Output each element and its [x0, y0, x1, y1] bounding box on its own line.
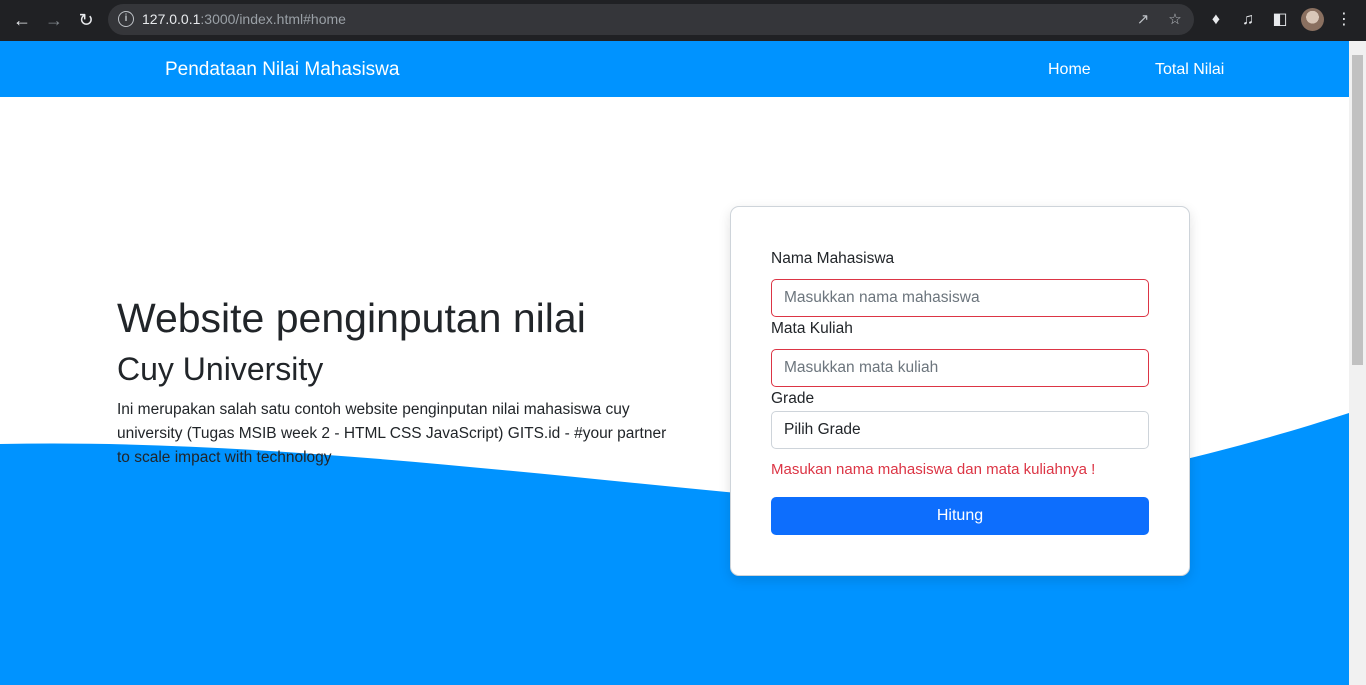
media-icon[interactable]: ♫	[1237, 9, 1259, 31]
url-text[interactable]: 127.0.0.1:3000/index.html#home	[142, 11, 346, 27]
error-message: Masukan nama mahasiswa dan mata kuliahny…	[771, 461, 1096, 478]
course-label: Mata Kuliah	[771, 320, 853, 337]
url-host: 127.0.0.1	[142, 11, 201, 27]
menu-icon[interactable]: ⋮	[1333, 9, 1355, 31]
extensions-icon[interactable]: ♦	[1205, 9, 1227, 31]
grade-select[interactable]: Pilih Grade	[771, 411, 1149, 449]
hero-title: Website penginputan nilai	[117, 295, 586, 341]
side-panel-icon[interactable]: ◧	[1269, 9, 1291, 31]
navbar-brand[interactable]: Pendataan Nilai Mahasiswa	[165, 59, 399, 81]
hero-subtitle: Cuy University	[117, 351, 324, 387]
browser-toolbar: ← → ↻ i 127.0.0.1:3000/index.html#home ↗…	[0, 0, 1366, 41]
navbar: Pendataan Nilai Mahasiswa Home Total Nil…	[0, 41, 1349, 97]
grade-label: Grade	[771, 390, 815, 407]
info-icon[interactable]: i	[118, 11, 134, 27]
scrollbar-thumb[interactable]	[1352, 55, 1363, 365]
hero-description: Ini merupakan salah satu contoh website …	[117, 401, 667, 466]
student-name-input[interactable]	[771, 279, 1149, 317]
course-input[interactable]	[771, 349, 1149, 387]
nav-link-home[interactable]: Home	[1048, 61, 1091, 79]
forward-icon[interactable]: →	[43, 9, 65, 31]
avatar[interactable]	[1301, 8, 1324, 31]
nav-link-total-nilai[interactable]: Total Nilai	[1155, 61, 1224, 79]
hitung-button[interactable]: Hitung	[771, 497, 1149, 535]
address-bar[interactable]: i 127.0.0.1:3000/index.html#home ↗ ☆	[108, 4, 1194, 35]
name-label: Nama Mahasiswa	[771, 250, 895, 267]
back-icon[interactable]: ←	[11, 9, 33, 31]
url-path: :3000/index.html#home	[200, 11, 346, 27]
share-icon[interactable]: ↗	[1133, 10, 1153, 30]
star-icon[interactable]: ☆	[1165, 10, 1185, 30]
grade-form-card: Nama Mahasiswa Mata Kuliah Grade Pilih G…	[730, 206, 1190, 576]
reload-icon[interactable]: ↻	[75, 9, 97, 31]
page-viewport: Pendataan Nilai Mahasiswa Home Total Nil…	[0, 41, 1349, 685]
